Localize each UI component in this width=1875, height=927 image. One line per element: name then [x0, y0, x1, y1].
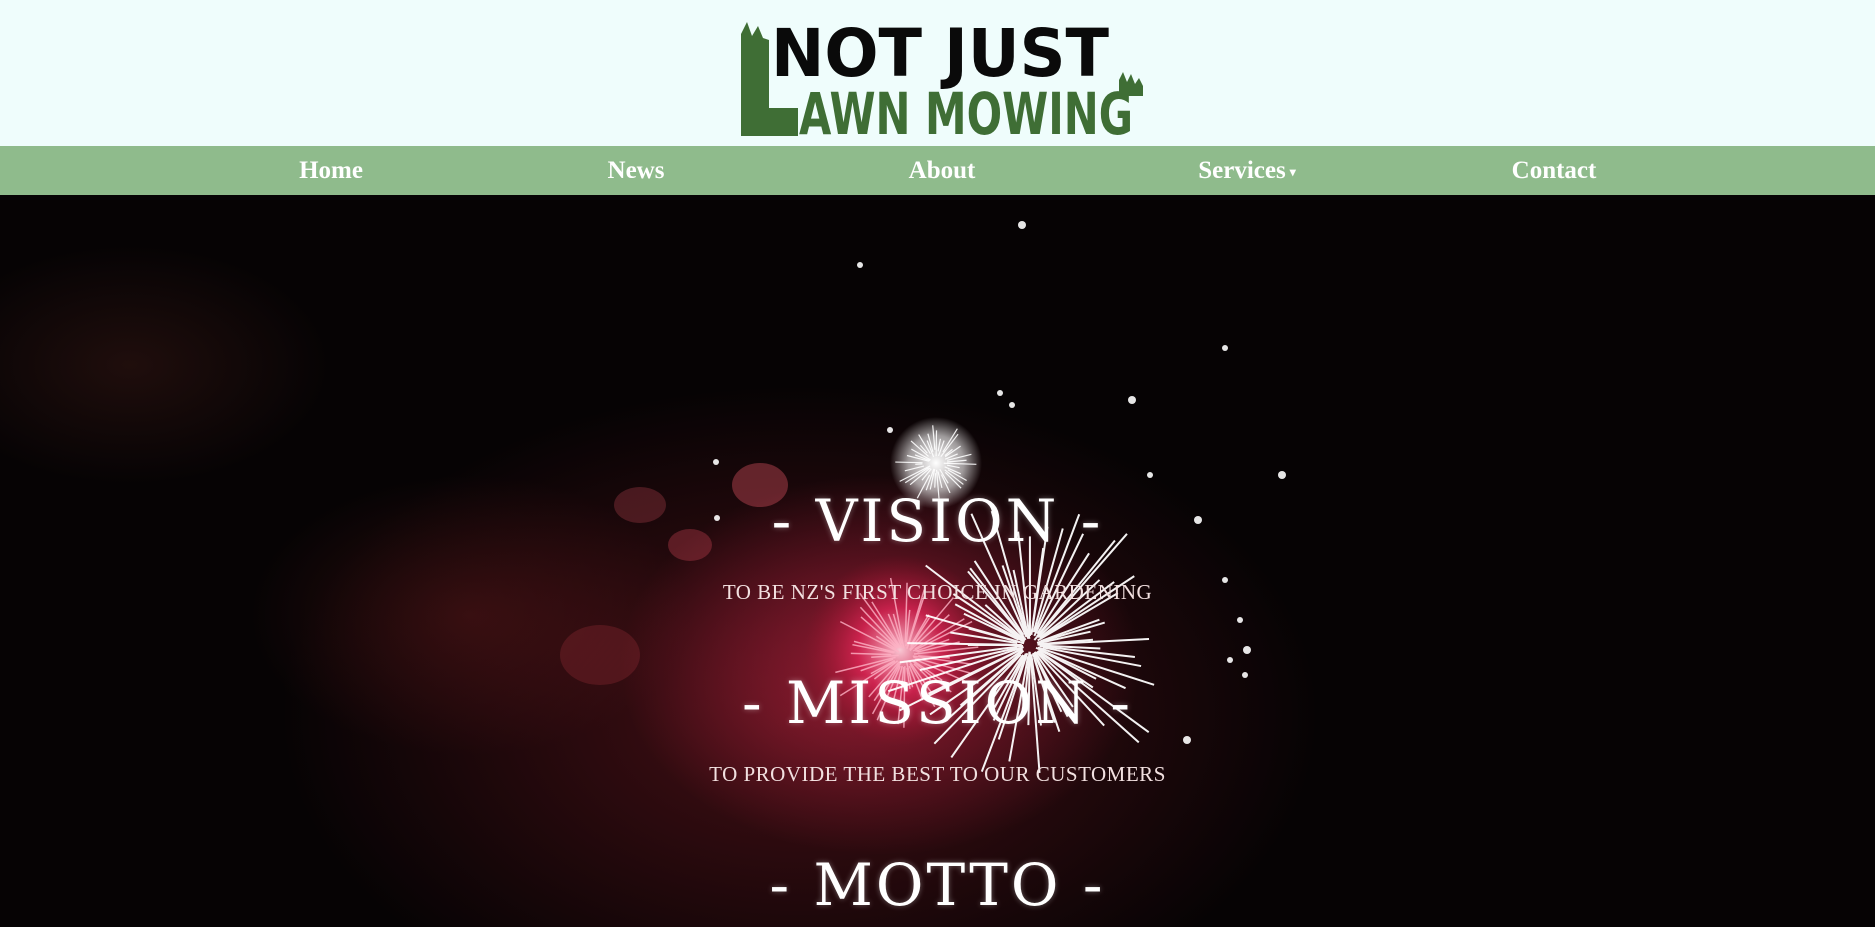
- site-header: L NOT JUST AWN MOWING: [0, 0, 1875, 146]
- nav-item-contact-label: Contact: [1511, 157, 1597, 184]
- nav-item-home-label: Home: [299, 157, 363, 184]
- mission-text: TO PROVIDE THE BEST TO OUR CUSTOMERS: [709, 762, 1166, 786]
- main-navigation: Home News About Services ▾ Contact: [0, 146, 1875, 195]
- logo-line-2: AWN MOWING: [799, 80, 1133, 136]
- mission-heading: - MISSION -: [741, 669, 1134, 737]
- fireworks-background-image: [560, 221, 1286, 774]
- vision-heading: - VISION -: [771, 487, 1104, 555]
- vision-text: TO BE NZ'S FIRST CHOICE IN GARDENING: [722, 580, 1153, 604]
- chevron-down-icon[interactable]: ▾: [1290, 165, 1296, 179]
- nav-item-about[interactable]: About: [909, 146, 976, 195]
- nav-item-contact[interactable]: Contact: [1512, 146, 1597, 195]
- logo-graphic: L NOT JUST AWN MOWING: [741, 15, 1143, 136]
- nav-item-home[interactable]: Home: [299, 146, 363, 195]
- nav-item-services[interactable]: Services ▾: [1198, 146, 1296, 195]
- nav-item-news[interactable]: News: [608, 146, 665, 195]
- nav-item-services-label: Services: [1198, 157, 1286, 184]
- hero-section: - VISION - TO BE NZ'S FIRST CHOICE IN GA…: [0, 195, 1875, 927]
- logo-grass-tips: [1119, 72, 1143, 96]
- nav-item-about-label: About: [908, 157, 976, 184]
- motto-heading: - MOTTO -: [769, 851, 1106, 919]
- site-logo[interactable]: L NOT JUST AWN MOWING: [741, 6, 1143, 136]
- nav-item-news-label: News: [607, 157, 665, 184]
